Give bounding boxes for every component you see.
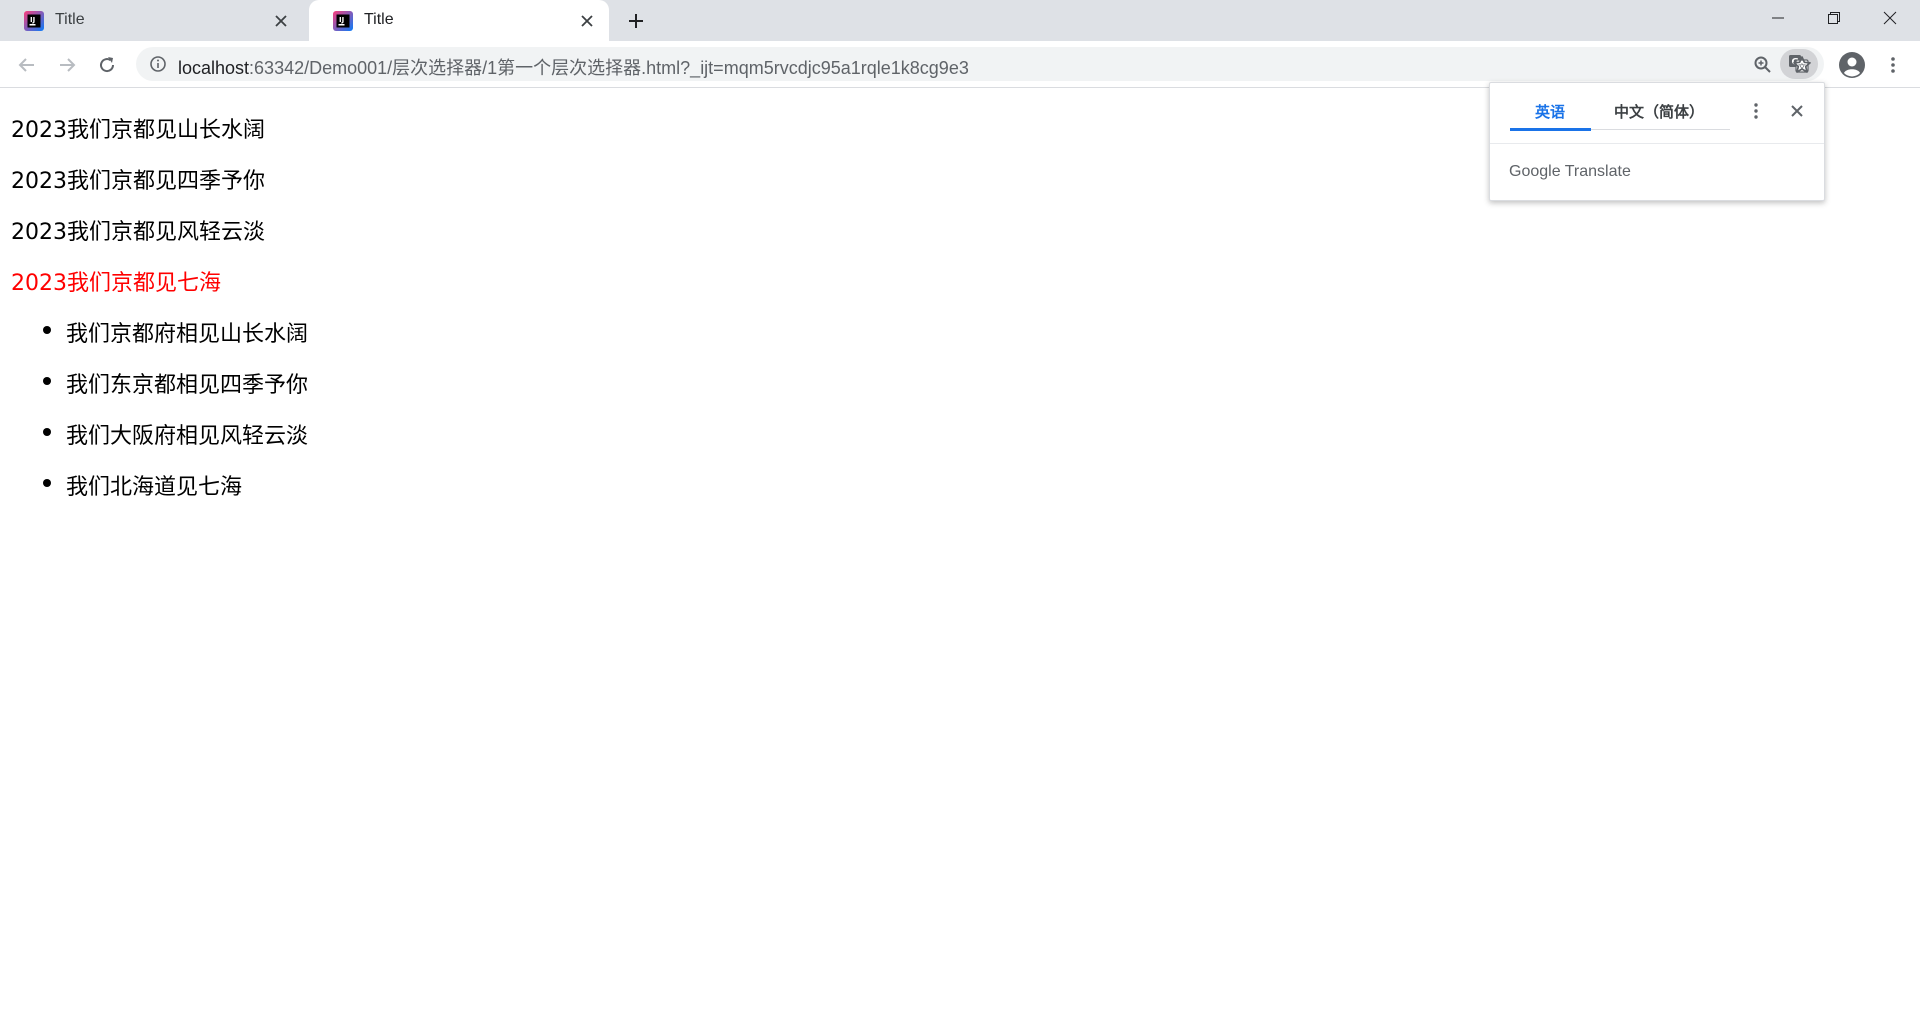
list-item: 我们北海道见七海 [43, 469, 242, 501]
window-close-button[interactable] [1862, 0, 1918, 36]
arrow-right-icon [60, 58, 76, 72]
minimize-button[interactable] [1750, 0, 1806, 36]
url-path: :63342/Demo001/层次选择器/1第一个层次选择器.html?_ijt… [249, 58, 969, 78]
star-icon [1793, 56, 1811, 73]
close-icon [1883, 11, 1897, 25]
close-icon [1791, 105, 1803, 117]
back-button[interactable] [13, 51, 41, 79]
restore-button[interactable] [1806, 0, 1862, 36]
paragraph-4-highlighted: 2023我们京都见七海 [11, 271, 221, 296]
address-bar[interactable]: localhost:63342/Demo001/层次选择器/1第一个层次选择器.… [136, 47, 1824, 81]
menu-button[interactable] [1879, 51, 1907, 79]
svg-text:IJ: IJ [30, 16, 35, 24]
plus-icon [629, 14, 643, 28]
url-host: localhost [178, 58, 250, 78]
tab-title: Title [55, 11, 85, 28]
bullet-icon [43, 479, 51, 487]
active-tab-indicator [1510, 128, 1591, 131]
new-tab-button[interactable] [624, 9, 648, 33]
intellij-icon: IJ [24, 11, 44, 31]
profile-button[interactable] [1838, 51, 1866, 79]
paragraph-3: 2023我们京都见风轻云淡 [11, 220, 265, 245]
tab-strip: IJ Title IJ Title [0, 0, 1920, 41]
bookmark-button[interactable] [1788, 51, 1816, 79]
more-vert-icon [1754, 103, 1758, 119]
zoom-button[interactable] [1749, 51, 1777, 79]
list-item: 我们大阪府相见风轻云淡 [43, 418, 308, 450]
url-text: localhost:63342/Demo001/层次选择器/1第一个层次选择器.… [178, 54, 969, 80]
tab-title: Title [364, 11, 394, 28]
bullet-icon [43, 428, 51, 436]
bullet-icon [43, 326, 51, 334]
divider [1490, 143, 1824, 144]
intellij-icon: IJ [333, 11, 353, 31]
paragraph-2: 2023我们京都见四季予你 [11, 169, 265, 194]
more-vert-icon [1891, 57, 1895, 73]
account-icon [1839, 52, 1865, 78]
tab-target-language[interactable]: 中文（简体） [1614, 101, 1704, 122]
zoom-icon [1754, 56, 1771, 73]
bullet-icon [43, 377, 51, 385]
list-item: 我们东京都相见四季予你 [43, 367, 308, 399]
reload-icon [100, 57, 115, 73]
arrow-left-icon [18, 58, 34, 72]
reload-button[interactable] [93, 51, 121, 79]
list-item: 我们京都府相见山长水阔 [43, 316, 308, 348]
translate-options-button[interactable] [1744, 99, 1768, 123]
tab-1[interactable]: IJ Title [0, 0, 306, 41]
translate-popup: 英语 中文（简体） Google Translate [1489, 82, 1825, 201]
forward-button[interactable] [53, 51, 81, 79]
tab-source-language[interactable]: 英语 [1535, 101, 1565, 122]
tab-close-icon[interactable] [577, 11, 597, 31]
restore-icon [1828, 12, 1840, 24]
paragraph-1: 2023我们京都见山长水阔 [11, 118, 265, 143]
tab-2[interactable]: IJ Title [309, 0, 609, 41]
browser-toolbar: localhost:63342/Demo001/层次选择器/1第一个层次选择器.… [0, 41, 1920, 88]
minimize-icon [1772, 17, 1784, 19]
svg-text:IJ: IJ [339, 16, 344, 24]
translate-close-button[interactable] [1785, 99, 1809, 123]
info-icon[interactable] [149, 55, 167, 73]
google-translate-logo: Google Translate [1509, 163, 1631, 180]
tab-close-icon[interactable] [271, 11, 291, 31]
